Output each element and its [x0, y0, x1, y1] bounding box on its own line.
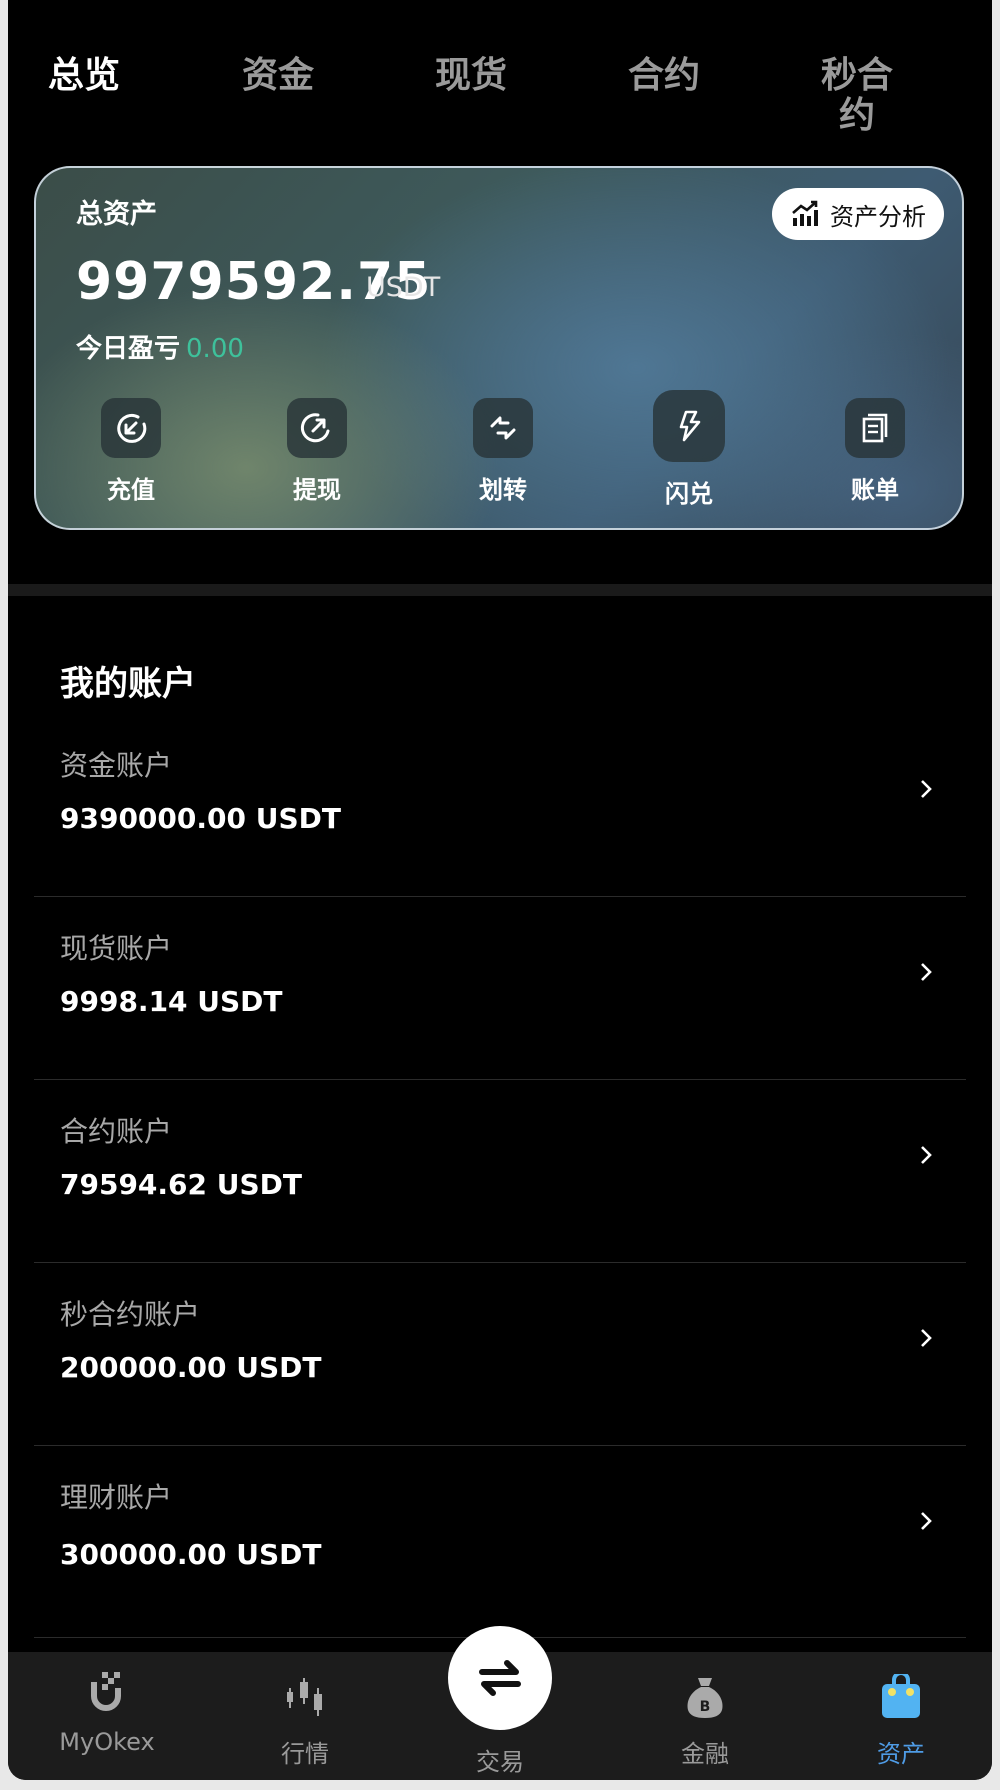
finance-icon: B: [687, 1678, 723, 1718]
account-value: 200000.00 USDT: [60, 1351, 322, 1384]
flash-swap-icon: [653, 390, 725, 462]
asset-analysis-button[interactable]: 资产分析: [772, 188, 944, 240]
deposit-label: 充值: [107, 476, 155, 504]
transfer-label: 划转: [479, 476, 527, 504]
tab-overview[interactable]: 总览: [44, 56, 124, 96]
nav-label: 资产: [877, 1740, 925, 1768]
account-value: 9998.14 USDT: [60, 985, 283, 1018]
today-pnl-label: 今日盈亏: [76, 334, 181, 364]
chevron-right-icon: [921, 1329, 932, 1347]
nav-market[interactable]: 行情: [230, 1674, 380, 1769]
tab-futures[interactable]: 合约: [624, 56, 704, 96]
account-row-earn[interactable]: 理财账户 300000.00 USDT: [34, 1446, 966, 1638]
chevron-right-icon: [921, 963, 932, 981]
account-name: 理财账户: [60, 1481, 173, 1514]
section-divider: [8, 584, 992, 596]
account-value: 9390000.00 USDT: [60, 802, 341, 835]
total-assets-unit: USDT: [366, 272, 441, 303]
nav-myokex[interactable]: MyOkex: [32, 1668, 182, 1756]
account-value: 79594.62 USDT: [60, 1168, 303, 1201]
app-screen: 总览 资金 现货 合约 秒合约 总资产 资产分析 9979592.75 USDT…: [8, 0, 992, 1780]
asset-analysis-label: 资产分析: [830, 202, 926, 231]
asset-tabs: 总览 资金 现货 合约 秒合约: [8, 0, 992, 160]
bill-label: 账单: [851, 476, 899, 504]
transfer-icon: [473, 398, 533, 458]
transfer-button[interactable]: 划转: [448, 398, 558, 505]
svg-text:B: B: [700, 1699, 711, 1715]
account-row-spot[interactable]: 现货账户 9998.14 USDT: [34, 897, 966, 1080]
nav-label: 行情: [281, 1740, 329, 1768]
chevron-right-icon: [921, 780, 932, 798]
nav-label: 金融: [681, 1740, 729, 1768]
account-name: 资金账户: [60, 749, 173, 782]
today-pnl: 今日盈亏 0.00: [76, 328, 244, 365]
account-row-second-contract[interactable]: 秒合约账户 200000.00 USDT: [34, 1263, 966, 1446]
quick-actions: 充值 提现 划转 闪兑 账单: [36, 390, 962, 528]
bill-icon: [845, 398, 905, 458]
trade-icon: [479, 1660, 521, 1696]
account-row-funding[interactable]: 资金账户 9390000.00 USDT: [34, 714, 966, 897]
account-name: 合约账户: [60, 1115, 173, 1148]
flash-swap-label: 闪兑: [665, 480, 713, 508]
nav-assets[interactable]: 资产: [826, 1671, 976, 1769]
nav-label: MyOkex: [59, 1728, 155, 1756]
account-row-futures[interactable]: 合约账户 79594.62 USDT: [34, 1080, 966, 1263]
deposit-icon: [101, 398, 161, 458]
deposit-button[interactable]: 充值: [76, 398, 186, 505]
myokex-icon: [91, 1672, 121, 1711]
tab-funds[interactable]: 资金: [238, 56, 318, 96]
account-name: 秒合约账户: [60, 1298, 201, 1331]
tab-spot[interactable]: 现货: [431, 56, 511, 96]
trade-label: 交易: [476, 1748, 524, 1776]
account-value: 300000.00 USDT: [60, 1538, 322, 1571]
bill-button[interactable]: 账单: [820, 398, 930, 505]
chevron-right-icon: [921, 1146, 932, 1164]
chevron-right-icon: [921, 1512, 932, 1530]
assets-icon: [882, 1671, 920, 1718]
tab-second-contract[interactable]: 秒合约: [816, 56, 898, 136]
total-assets-title: 总资产: [76, 199, 157, 230]
nav-finance[interactable]: B 金融: [630, 1674, 780, 1769]
withdraw-icon: [287, 398, 347, 458]
flash-swap-button[interactable]: 闪兑: [634, 390, 744, 509]
account-name: 现货账户: [60, 932, 173, 965]
trade-button[interactable]: [448, 1626, 552, 1730]
chart-trend-icon: [792, 200, 818, 226]
today-pnl-value: 0.00: [186, 334, 244, 364]
market-icon: [287, 1678, 322, 1716]
total-assets-card: 总资产 资产分析 9979592.75 USDT 今日盈亏 0.00 充值 提现…: [34, 166, 964, 530]
withdraw-label: 提现: [293, 476, 341, 504]
withdraw-button[interactable]: 提现: [262, 398, 372, 505]
my-accounts-title: 我的账户: [60, 664, 196, 704]
